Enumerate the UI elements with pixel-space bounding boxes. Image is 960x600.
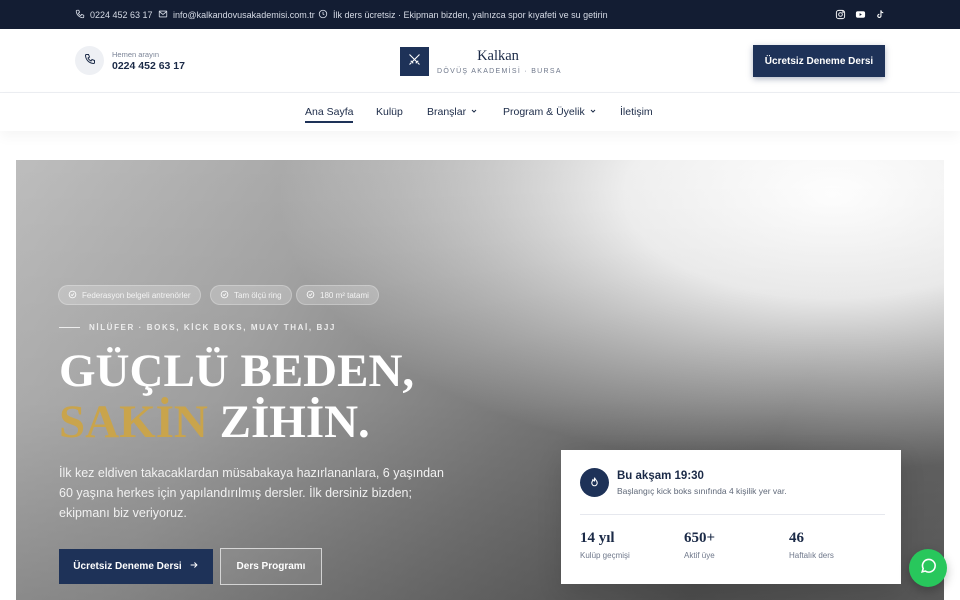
hero-badge: Federasyon belgeli antrenörler <box>58 285 201 305</box>
nav-item-contact[interactable]: İletişim <box>620 93 653 131</box>
nav-item-label: Ana Sayfa <box>305 106 354 118</box>
divider <box>580 514 885 515</box>
topbar-phone-text: 0224 452 63 17 <box>90 9 153 20</box>
logo-subtitle: DÖVÜŞ AKADEMİSİ · BURSA <box>437 68 562 75</box>
stat-weekly-classes: 46 Haftalık ders <box>789 530 834 560</box>
nav-item-label: Program & Üyelik <box>503 106 585 118</box>
check-circle-icon <box>68 290 77 301</box>
info-card-subtitle: Başlangıç kick boks sınıfında 4 kişilik … <box>617 486 787 496</box>
youtube-icon[interactable] <box>855 0 866 29</box>
nav-item-club[interactable]: Kulüp <box>376 93 403 131</box>
hero-eyebrow: NİLÜFER · BOKS, KİCK BOKS, MUAY THAİ, BJ… <box>59 323 336 332</box>
phone-icon <box>84 52 96 70</box>
nav-item-branches[interactable]: Branşlar <box>427 93 478 131</box>
nav-item-label: Kulüp <box>376 106 403 118</box>
clock-icon <box>318 9 328 21</box>
stat-club-history: 14 yıl Kulüp geçmişi <box>580 530 630 560</box>
topbar-notice-text: İlk ders ücretsiz · Ekipman bizden, yaln… <box>333 9 608 20</box>
topbar-email[interactable]: info@kalkandovusakademisi.com.tr <box>158 0 315 29</box>
tiktok-icon[interactable] <box>875 0 886 29</box>
hero-headline: GÜÇLÜ BEDEN, SAKİN ZİHİN. <box>59 346 414 448</box>
free-trial-header-button[interactable]: Ücretsiz Deneme Dersi <box>753 45 885 77</box>
stat-value: 46 <box>789 530 804 546</box>
chevron-down-icon <box>589 106 597 118</box>
check-circle-icon <box>306 290 315 301</box>
whatsapp-icon <box>919 556 938 580</box>
headline-line-2: SAKİN ZİHİN. <box>59 397 414 448</box>
class-schedule-button[interactable]: Ders Programı <box>220 548 322 585</box>
topbar-phone[interactable]: 0224 452 63 17 <box>75 0 153 29</box>
hero-section: Federasyon belgeli antrenörler Tam ölçü … <box>16 160 944 600</box>
topbar-email-text: info@kalkandovusakademisi.com.tr <box>173 9 315 20</box>
logo-mark[interactable] <box>400 47 429 76</box>
nav-item-label: Branşlar <box>427 106 467 118</box>
hero-badge: Tam ölçü ring <box>210 285 292 305</box>
main-nav: Ana Sayfa Kulüp Branşlar Program & Üyeli… <box>0 93 960 131</box>
phone-icon <box>75 9 85 21</box>
crossed-swords-icon <box>407 52 422 72</box>
stat-label: Haftalık ders <box>789 551 834 560</box>
stat-label: Aktif üye <box>684 551 715 560</box>
call-button[interactable] <box>75 46 104 75</box>
stat-active-members: 650+ Aktif üye <box>684 530 715 560</box>
logo-name[interactable]: Kalkan <box>437 48 559 65</box>
call-number[interactable]: 0224 452 63 17 <box>112 60 185 72</box>
hero-badge-label: Tam ölçü ring <box>234 290 282 300</box>
hero-eyebrow-text: NİLÜFER · BOKS, KİCK BOKS, MUAY THAİ, BJ… <box>89 323 336 332</box>
arrow-right-icon <box>189 560 199 573</box>
headline-line-1: GÜÇLÜ BEDEN, <box>59 345 415 397</box>
top-bar: 0224 452 63 17 info@kalkandovusakademisi… <box>0 0 960 29</box>
info-card: Bu akşam 19:30 Başlangıç kick boks sınıf… <box>561 450 901 584</box>
headline-gold-word: SAKİN <box>59 396 208 448</box>
hero-badge: 180 m² tatami <box>296 285 379 305</box>
free-trial-button[interactable]: Ücretsiz Deneme Dersi <box>59 549 213 584</box>
info-card-title: Bu akşam 19:30 <box>617 470 704 482</box>
check-circle-icon <box>220 290 229 301</box>
flame-icon <box>580 468 609 497</box>
hero-badge-label: Federasyon belgeli antrenörler <box>82 290 191 300</box>
hero-description: İlk kez eldiven takacaklardan müsabakaya… <box>59 466 444 520</box>
whatsapp-button[interactable] <box>909 549 947 587</box>
chevron-down-icon <box>470 106 478 118</box>
eyebrow-line <box>59 327 80 328</box>
stat-value: 650+ <box>684 530 716 546</box>
headline-rest: ZİHİN. <box>219 396 370 448</box>
stat-value: 14 yıl <box>580 530 615 546</box>
nav-item-program-membership[interactable]: Program & Üyelik <box>503 93 597 131</box>
stat-label: Kulüp geçmişi <box>580 551 630 560</box>
site-header: Hemen arayın 0224 452 63 17 Kalkan DÖVÜŞ… <box>0 29 960 93</box>
free-trial-button-label: Ücretsiz Deneme Dersi <box>73 561 182 572</box>
mail-icon <box>158 9 168 21</box>
call-hint: Hemen arayın <box>112 50 160 59</box>
nav-item-label: İletişim <box>620 106 653 118</box>
nav-item-home[interactable]: Ana Sayfa <box>305 93 354 131</box>
hero-badge-label: 180 m² tatami <box>320 290 369 300</box>
instagram-icon[interactable] <box>835 0 846 29</box>
topbar-notice: İlk ders ücretsiz · Ekipman bizden, yaln… <box>318 0 608 29</box>
